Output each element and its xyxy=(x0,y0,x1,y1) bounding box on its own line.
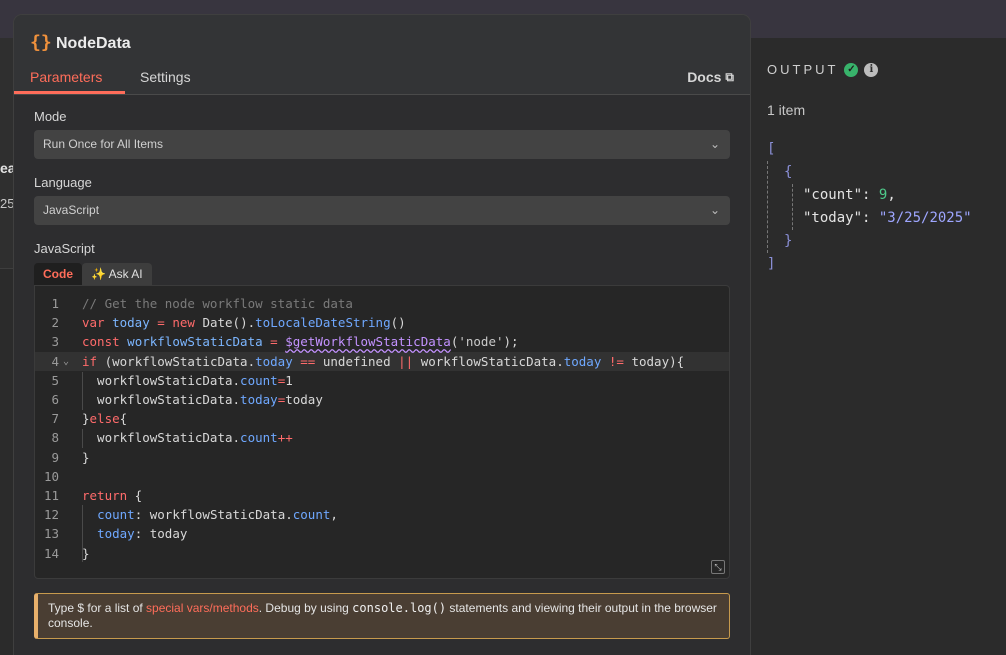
tab-parameters-underline xyxy=(14,91,125,94)
code-text: if (workflowStaticData.today == undefine… xyxy=(82,353,685,369)
code-line[interactable]: 9} xyxy=(35,448,729,467)
node-header: {} NodeData Parameters Settings Docs ⧉ xyxy=(14,15,750,95)
json-open-brace: { xyxy=(784,164,793,180)
json-open-bracket: [ xyxy=(767,141,776,157)
external-link-icon: ⧉ xyxy=(725,69,734,84)
code-line[interactable]: 2 var today = new Date().toLocaleDateStri… xyxy=(35,313,729,332)
success-check-icon: ✓ xyxy=(844,62,859,77)
code-line[interactable]: 5 workflowStaticData.count=1 xyxy=(35,371,729,390)
chevron-down-icon: ⌄ xyxy=(709,203,720,217)
console-log-code: console.log() xyxy=(352,601,447,615)
item-count: 1 item xyxy=(767,102,806,118)
code-line[interactable]: 3 const workflowStaticData = $getWorkflow… xyxy=(35,332,729,351)
node-name[interactable]: NodeData xyxy=(56,35,131,53)
code-text: count: workflowStaticData.count, xyxy=(97,507,338,523)
line-number: 4 xyxy=(51,353,59,369)
line-number: 2 xyxy=(51,315,59,331)
line-number: 3 xyxy=(51,334,59,350)
editor-tabs: Code ✨ Ask AI xyxy=(34,263,152,285)
info-icon[interactable]: i xyxy=(864,62,879,77)
mode-label: Mode xyxy=(34,109,67,124)
code-line[interactable]: 7 }else{ xyxy=(35,409,729,428)
json-array-body: { "count": 9, "today": "3/25/2025" } xyxy=(767,161,972,253)
code-text: }else{ xyxy=(82,411,128,427)
line-number: 11 xyxy=(43,488,59,503)
language-label: Language xyxy=(34,175,92,190)
indent-guide xyxy=(82,429,83,448)
indent-guide xyxy=(82,372,83,410)
code-line[interactable]: 1 // Get the node workflow static data xyxy=(35,294,729,313)
code-line[interactable]: 10 xyxy=(35,467,729,486)
output-header: OUTPUT ✓ i xyxy=(767,62,879,77)
code-text: // Get the node workflow static data xyxy=(82,296,353,311)
output-title: OUTPUT xyxy=(767,62,839,77)
code-text: today: today xyxy=(97,526,188,542)
line-number: 8 xyxy=(51,430,59,446)
code-label: JavaScript xyxy=(34,241,95,256)
line-number: 7 xyxy=(51,411,59,427)
code-line[interactable]: 12 count: workflowStaticData.count, xyxy=(35,505,729,524)
tab-settings[interactable]: Settings xyxy=(140,69,191,85)
code-text: workflowStaticData.today=today xyxy=(82,392,323,407)
line-number: 6 xyxy=(51,392,59,407)
code-line[interactable]: 11 return { xyxy=(35,486,729,505)
curly-braces-icon: {} xyxy=(30,32,52,53)
json-object-body: "count": 9, "today": "3/25/2025" xyxy=(792,184,972,230)
code-text: var today = new Date().toLocaleDateStrin… xyxy=(82,315,406,331)
code-text: return { xyxy=(82,488,143,503)
mode-select[interactable]: Run Once for All Items ⌄ xyxy=(34,130,730,159)
output-pane: OUTPUT ✓ i 1 item [ { "count": 9, "today… xyxy=(750,38,1006,655)
fold-chevron-icon[interactable]: ⌄ xyxy=(63,352,69,371)
chevron-down-icon: ⌄ xyxy=(709,137,720,151)
language-select[interactable]: JavaScript ⌄ xyxy=(34,196,730,225)
line-number: 9 xyxy=(51,449,59,465)
background-title: ea xyxy=(0,160,14,176)
parameters-body: Mode Run Once for All Items ⌄ Language J… xyxy=(14,95,750,655)
resize-icon[interactable]: ⤡ xyxy=(711,560,725,574)
line-number: 1 xyxy=(51,296,59,311)
docs-label: Docs xyxy=(687,69,722,85)
json-close-bracket: ] xyxy=(767,256,776,272)
tab-code[interactable]: Code xyxy=(34,263,82,285)
tab-parameters[interactable]: Parameters xyxy=(30,69,102,85)
code-line[interactable]: 4 ⌄ if (workflowStaticData.today == undefi… xyxy=(35,351,729,371)
json-close-brace: } xyxy=(784,233,793,249)
language-value: JavaScript xyxy=(43,203,100,217)
line-number: 5 xyxy=(51,372,59,388)
json-row-today: "today": "3/25/2025" xyxy=(803,210,972,226)
docs-link[interactable]: Docs ⧉ xyxy=(687,69,734,85)
code-line[interactable]: 13 today: today xyxy=(35,524,729,543)
indent-guide xyxy=(82,505,83,562)
json-row-count: "count": 9, xyxy=(803,187,896,203)
node-panel: {} NodeData Parameters Settings Docs ⧉ M… xyxy=(14,15,750,655)
line-number: 14 xyxy=(43,545,59,561)
code-text: } xyxy=(82,545,90,561)
code-text: const workflowStaticData = $getWorkflowS… xyxy=(82,334,519,350)
code-editor[interactable]: 14} 13 today: today 12 count: workflowStat… xyxy=(34,285,730,579)
output-json[interactable]: [ { "count": 9, "today": "3/25/2025" } ] xyxy=(767,138,972,276)
line-number: 12 xyxy=(43,507,59,523)
background-text: 25 xyxy=(0,196,14,211)
code-text: workflowStaticData.count=1 xyxy=(82,372,293,388)
code-line[interactable]: 8 workflowStaticData.count++ xyxy=(35,428,729,447)
special-vars-link[interactable]: special vars/methods xyxy=(146,601,259,615)
code-line[interactable]: 6 workflowStaticData.today=today xyxy=(35,390,729,409)
tab-ask-ai[interactable]: ✨ Ask AI xyxy=(82,263,152,285)
line-number: 13 xyxy=(43,526,59,542)
line-number: 10 xyxy=(43,468,59,484)
code-text: workflowStaticData.count++ xyxy=(82,430,293,446)
mode-value: Run Once for All Items xyxy=(43,137,164,151)
background-node-card: ea 25 xyxy=(0,38,14,269)
code-line[interactable]: 14} xyxy=(35,544,729,563)
code-hint-banner: Type $ for a list of special vars/method… xyxy=(34,593,730,639)
code-text: } xyxy=(82,449,90,465)
